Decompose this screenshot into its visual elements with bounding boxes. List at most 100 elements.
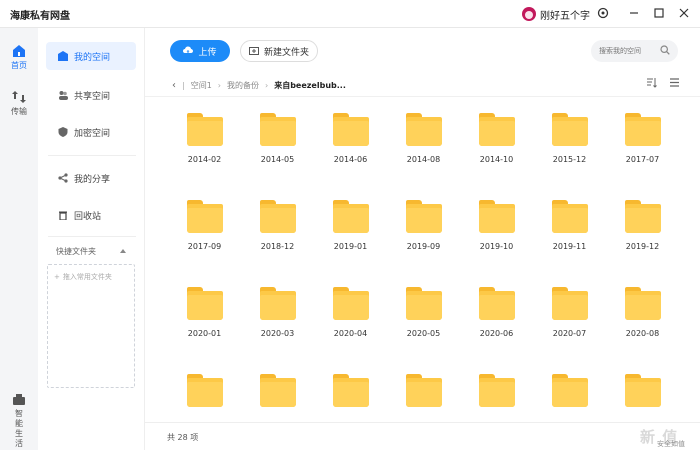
- minimize-icon[interactable]: [627, 6, 641, 20]
- folder-icon: [551, 287, 588, 320]
- folder-icon: [332, 374, 369, 407]
- folder-item[interactable]: [460, 374, 533, 423]
- folder-item[interactable]: 2019-01: [314, 200, 387, 287]
- folder-item[interactable]: 2019-11: [533, 200, 606, 287]
- folder-item[interactable]: [241, 374, 314, 423]
- folder-item[interactable]: 2020-05: [387, 287, 460, 374]
- folder-item[interactable]: 2014-10: [460, 113, 533, 200]
- upload-label: 上传: [198, 47, 217, 58]
- folder-item[interactable]: 2017-09: [168, 200, 241, 287]
- folder-icon: [405, 113, 442, 146]
- folder-item[interactable]: 2014-05: [241, 113, 314, 200]
- folder-item[interactable]: 2019-10: [460, 200, 533, 287]
- watermark-text: 安全如值: [657, 440, 685, 448]
- sort-icon[interactable]: [646, 77, 657, 88]
- nav-item-encrypted-space[interactable]: 加密空间: [46, 118, 136, 146]
- folder-item[interactable]: [387, 374, 460, 423]
- list-view-icon[interactable]: [669, 77, 680, 88]
- folder-icon: [478, 374, 515, 407]
- smart-life-icon: [13, 394, 25, 405]
- quick-folders-label: 快捷文件夹: [56, 247, 96, 256]
- breadcrumb-item[interactable]: 空间1: [191, 80, 212, 91]
- breadcrumb-separator: |: [182, 80, 185, 90]
- folder-item[interactable]: 2014-08: [387, 113, 460, 200]
- rail-item-label: 传输: [11, 107, 27, 116]
- folder-icon: [259, 200, 296, 233]
- folder-icon: [186, 287, 223, 320]
- folder-item[interactable]: 2020-08: [606, 287, 679, 374]
- nav-panel: 我的空间 共享空间 加密空间 我的分享 回收站 快捷文件夹 + 拖入常用文件夹: [38, 28, 145, 450]
- folder-name: 2014-06: [333, 155, 368, 164]
- breadcrumb-current: 来自beezelbub...: [274, 80, 346, 90]
- folder-icon: [332, 200, 369, 233]
- folder-item[interactable]: 2020-06: [460, 287, 533, 374]
- folder-name: 2018-12: [260, 242, 295, 251]
- folder-item[interactable]: 2019-12: [606, 200, 679, 287]
- home-icon: [13, 45, 25, 57]
- folder-icon: [259, 374, 296, 407]
- rail-item-home[interactable]: 首页: [0, 44, 38, 71]
- nav-item-recycle-bin[interactable]: 回收站: [46, 201, 136, 229]
- folder-item[interactable]: 2019-09: [387, 200, 460, 287]
- folder-name: 2020-04: [333, 329, 368, 338]
- search-box[interactable]: [591, 40, 678, 62]
- folder-name: 2019-11: [552, 242, 587, 251]
- user-menu[interactable]: 刚好五个字: [522, 5, 590, 23]
- nav-item-my-space[interactable]: 我的空间: [46, 42, 136, 70]
- search-icon[interactable]: [660, 45, 670, 55]
- folder-item[interactable]: 2020-04: [314, 287, 387, 374]
- folder-item[interactable]: [314, 374, 387, 423]
- settings-icon[interactable]: [596, 6, 610, 20]
- folder-icon: [478, 113, 515, 146]
- breadcrumb-item[interactable]: 我的备份: [227, 80, 259, 91]
- left-rail: 首页 传输 智能生活: [0, 28, 38, 450]
- rail-item-smart-life[interactable]: 智能生活: [0, 393, 38, 449]
- transfer-icon: [12, 91, 26, 103]
- divider: [48, 155, 136, 156]
- folder-icon: [186, 374, 223, 407]
- back-arrow-icon[interactable]: ‹: [172, 80, 176, 91]
- folder-item[interactable]: [168, 374, 241, 423]
- nav-item-label: 我的分享: [74, 174, 111, 185]
- new-folder-icon: [248, 47, 259, 55]
- collapse-arrow-icon[interactable]: [120, 249, 126, 253]
- user-name: 刚好五个字: [540, 10, 590, 22]
- folder-item[interactable]: [606, 374, 679, 423]
- title-bar: 海康私有网盘 刚好五个字: [0, 0, 700, 28]
- folder-item[interactable]: 2014-06: [314, 113, 387, 200]
- avatar: [522, 7, 536, 21]
- new-folder-button[interactable]: 新建文件夹: [240, 40, 318, 62]
- folder-item[interactable]: 2017-07: [606, 113, 679, 200]
- close-icon[interactable]: [677, 6, 691, 20]
- upload-button[interactable]: 上传: [170, 40, 230, 62]
- plus-icon: +: [54, 273, 60, 281]
- chevron-right-icon: ›: [265, 80, 269, 90]
- my-space-icon: [58, 51, 68, 61]
- folder-item[interactable]: 2018-12: [241, 200, 314, 287]
- maximize-icon[interactable]: [652, 6, 666, 20]
- divider: [48, 236, 136, 237]
- new-folder-label: 新建文件夹: [263, 47, 309, 58]
- folder-icon: [551, 374, 588, 407]
- folder-item[interactable]: 2020-03: [241, 287, 314, 374]
- watermark: 新 值 安全如值: [640, 426, 694, 448]
- rail-item-label: 智能生活: [15, 409, 23, 448]
- quick-folders-dropzone[interactable]: + 拖入常用文件夹: [47, 264, 135, 388]
- folder-item[interactable]: [533, 374, 606, 423]
- folder-icon: [186, 113, 223, 146]
- nav-item-my-shares[interactable]: 我的分享: [46, 164, 136, 192]
- folder-icon: [259, 113, 296, 146]
- folder-name: 2015-12: [552, 155, 587, 164]
- folder-item[interactable]: 2014-02: [168, 113, 241, 200]
- folder-icon: [624, 374, 661, 407]
- search-input[interactable]: [599, 44, 659, 58]
- folder-name: 2019-12: [625, 242, 660, 251]
- nav-item-shared-space[interactable]: 共享空间: [46, 81, 136, 109]
- folder-name: 2017-09: [187, 242, 222, 251]
- folder-item[interactable]: 2015-12: [533, 113, 606, 200]
- folder-name: 2020-03: [260, 329, 295, 338]
- folder-item[interactable]: 2020-07: [533, 287, 606, 374]
- rail-item-transfer[interactable]: 传输: [0, 90, 38, 117]
- folder-item[interactable]: 2020-01: [168, 287, 241, 374]
- file-grid-area: 2014-02 2014-05 2014-06 2014-08 2014-10 2015-…: [145, 96, 700, 423]
